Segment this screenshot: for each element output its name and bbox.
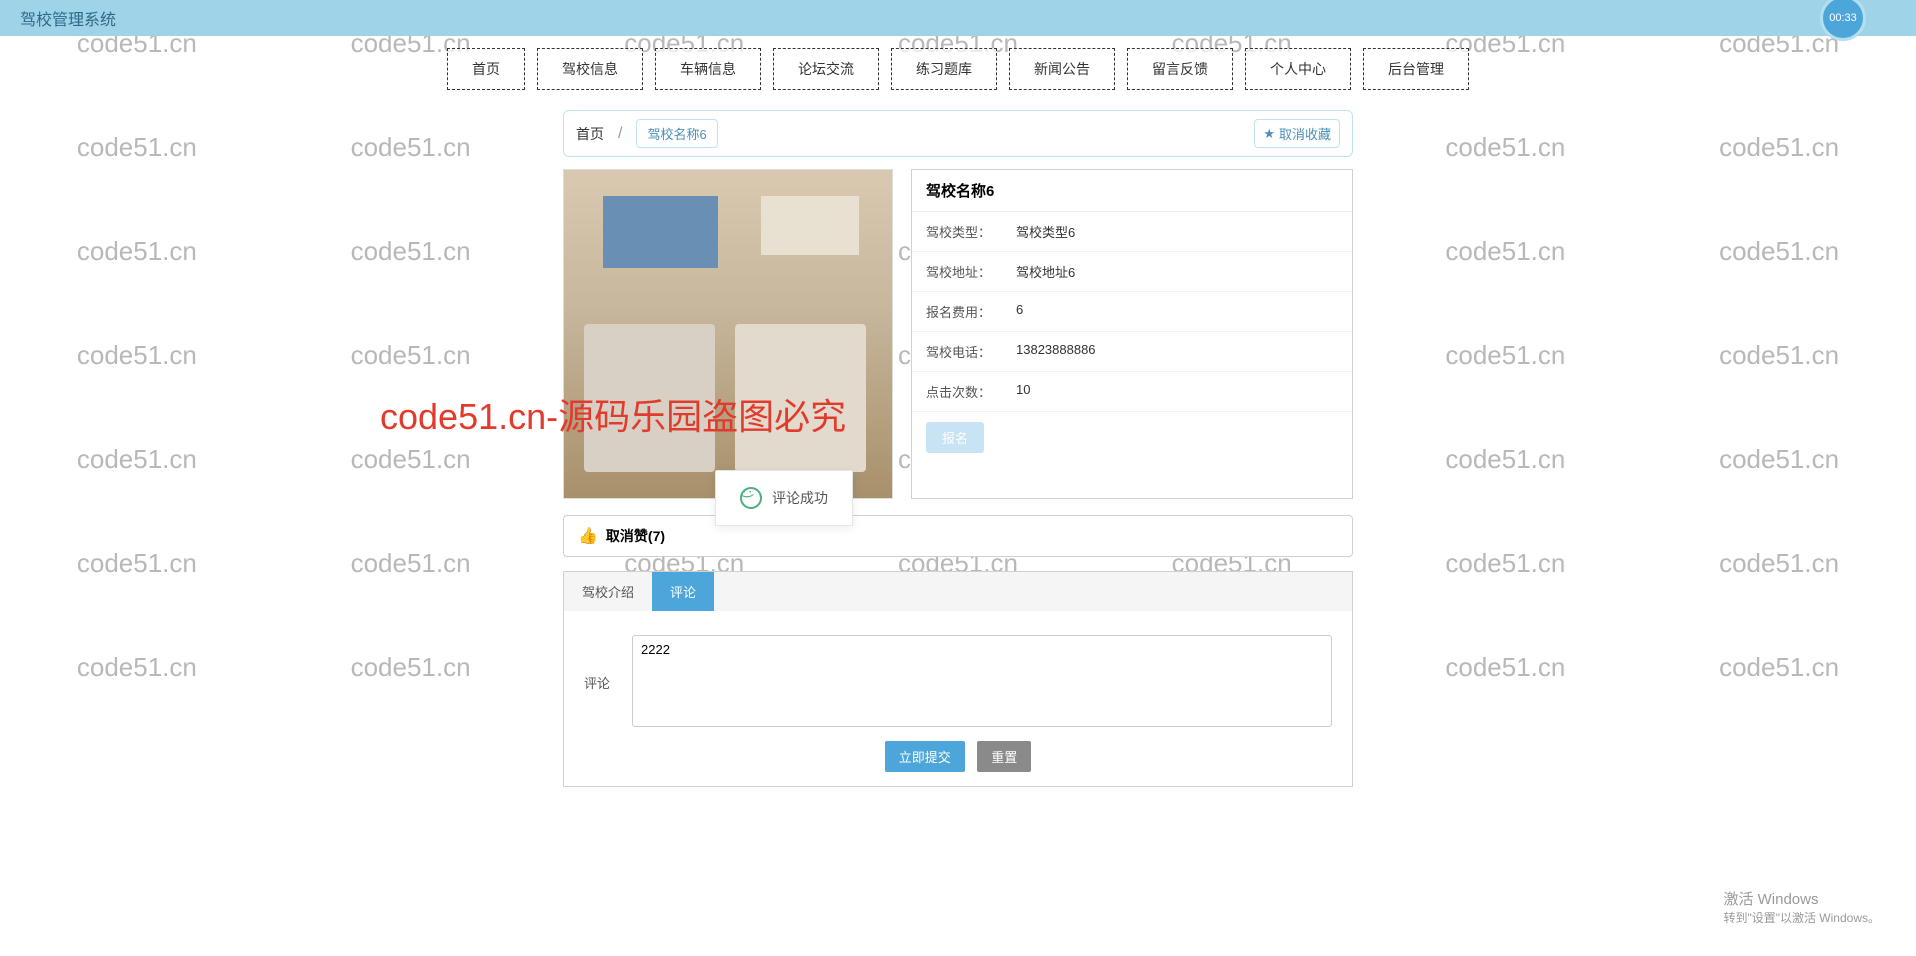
info-row-type: 驾校类型：驾校类型6 <box>912 212 1352 252</box>
tabs-header: 驾校介绍 评论 <box>564 572 1352 611</box>
breadcrumb-home[interactable]: 首页 <box>576 124 604 144</box>
tabs-body: 评论 立即提交 重置 <box>564 611 1352 786</box>
thumb-icon: 👍 <box>578 526 598 546</box>
info-row-address: 驾校地址：驾校地址6 <box>912 252 1352 292</box>
nav-profile[interactable]: 个人中心 <box>1245 48 1351 90</box>
main-nav: 首页 驾校信息 车辆信息 论坛交流 练习题库 新闻公告 留言反馈 个人中心 后台… <box>0 48 1916 90</box>
info-panel: 驾校名称6 驾校类型：驾校类型6 驾校地址：驾校地址6 报名费用：6 驾校电话：… <box>911 169 1353 499</box>
nav-home[interactable]: 首页 <box>447 48 525 90</box>
breadcrumb-sep: / <box>618 125 622 143</box>
nav-news[interactable]: 新闻公告 <box>1009 48 1115 90</box>
win-title: 激活 Windows <box>1723 888 1880 909</box>
info-row-phone: 驾校电话：13823888886 <box>912 332 1352 372</box>
signup-button[interactable]: 报名 <box>926 422 984 453</box>
tab-intro[interactable]: 驾校介绍 <box>564 572 652 611</box>
like-text: 取消赞(7) <box>606 526 665 546</box>
star-icon: ★ <box>1263 126 1275 142</box>
submit-button[interactable]: 立即提交 <box>885 741 965 772</box>
info-row-clicks: 点击次数：10 <box>912 372 1352 412</box>
nav-exercises[interactable]: 练习题库 <box>891 48 997 90</box>
windows-activation-notice: 激活 Windows 转到"设置"以激活 Windows。 <box>1723 888 1880 926</box>
reset-button[interactable]: 重置 <box>977 741 1031 772</box>
main-content: 首页 / 驾校名称6 ★ 取消收藏 驾校名称6 驾校类型：驾校类型6 驾校地址：… <box>563 110 1353 787</box>
school-photo <box>563 169 893 499</box>
breadcrumb-current: 驾校名称6 <box>636 119 717 148</box>
nav-vehicle-info[interactable]: 车辆信息 <box>655 48 761 90</box>
detail-section: 驾校名称6 驾校类型：驾校类型6 驾校地址：驾校地址6 报名费用：6 驾校电话：… <box>563 169 1353 499</box>
tab-comment[interactable]: 评论 <box>652 572 714 611</box>
toast-text: 评论成功 <box>772 488 828 508</box>
nav-forum[interactable]: 论坛交流 <box>773 48 879 90</box>
smile-icon <box>740 487 762 509</box>
nav-school-info[interactable]: 驾校信息 <box>537 48 643 90</box>
nav-admin[interactable]: 后台管理 <box>1363 48 1469 90</box>
comment-textarea[interactable] <box>632 635 1332 727</box>
win-sub: 转到"设置"以激活 Windows。 <box>1723 909 1880 926</box>
info-row-fee: 报名费用：6 <box>912 292 1352 332</box>
breadcrumb-bar: 首页 / 驾校名称6 ★ 取消收藏 <box>563 110 1353 157</box>
nav-feedback[interactable]: 留言反馈 <box>1127 48 1233 90</box>
info-title: 驾校名称6 <box>912 170 1352 212</box>
tabs-container: 驾校介绍 评论 评论 立即提交 重置 <box>563 571 1353 787</box>
success-toast: 评论成功 <box>715 470 853 526</box>
cancel-collect-button[interactable]: ★ 取消收藏 <box>1254 119 1340 148</box>
collect-label: 取消收藏 <box>1279 124 1331 143</box>
app-header: 驾校管理系统 <box>0 0 1916 36</box>
app-title: 驾校管理系统 <box>20 6 116 30</box>
like-bar[interactable]: 👍 取消赞(7) <box>563 515 1353 557</box>
comment-label: 评论 <box>584 635 618 692</box>
